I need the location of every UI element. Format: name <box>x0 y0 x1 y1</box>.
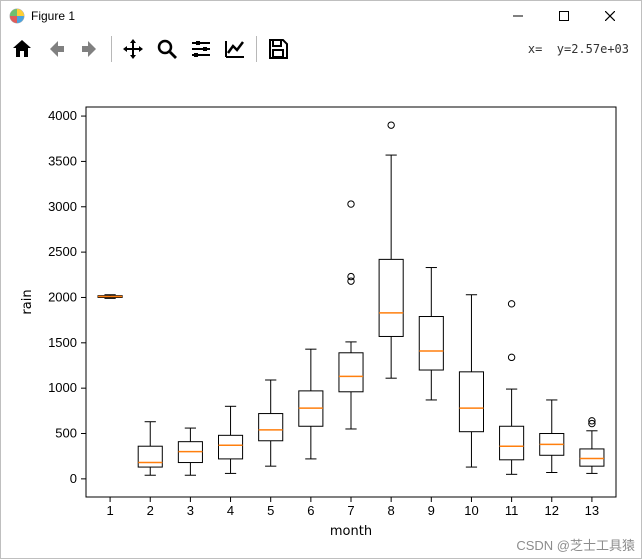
back-button[interactable] <box>39 34 73 64</box>
y-tick-label: 500 <box>55 426 77 441</box>
x-tick-label: 13 <box>585 503 599 518</box>
outlier <box>508 301 514 307</box>
toolbar: x= y=2.57e+03 <box>1 31 641 67</box>
x-tick-label: 7 <box>347 503 354 518</box>
box <box>259 414 283 441</box>
y-tick-label: 3500 <box>48 153 77 168</box>
x-tick-label: 11 <box>505 503 519 518</box>
box <box>580 449 604 466</box>
edit-axis-button[interactable] <box>218 34 252 64</box>
window-title: Figure 1 <box>31 9 75 23</box>
y-tick-label: 1500 <box>48 335 77 350</box>
x-tick-label: 2 <box>147 503 154 518</box>
home-button[interactable] <box>5 34 39 64</box>
toolbar-separator <box>256 36 257 62</box>
outlier <box>348 273 354 279</box>
x-tick-label: 1 <box>106 503 113 518</box>
minimize-button[interactable] <box>495 1 541 31</box>
maximize-button[interactable] <box>541 1 587 31</box>
pan-button[interactable] <box>116 34 150 64</box>
close-button[interactable] <box>587 1 633 31</box>
box <box>138 446 162 467</box>
y-tick-label: 2500 <box>48 244 77 259</box>
box <box>459 372 483 432</box>
y-tick-label: 1000 <box>48 380 77 395</box>
outlier <box>348 201 354 207</box>
y-axis-label: rain <box>20 289 35 314</box>
box <box>379 259 403 336</box>
cursor-coord-readout: x= y=2.57e+03 <box>528 42 637 56</box>
x-tick-label: 9 <box>428 503 435 518</box>
x-tick-label: 8 <box>388 503 395 518</box>
x-tick-label: 10 <box>464 503 478 518</box>
app-window: Figure 1 <box>0 0 642 559</box>
axes-spine <box>86 107 616 497</box>
zoom-button[interactable] <box>150 34 184 64</box>
x-tick-label: 3 <box>187 503 194 518</box>
save-button[interactable] <box>261 34 295 64</box>
titlebar: Figure 1 <box>1 1 641 31</box>
plot-canvas[interactable]: 0500100015002000250030003500400012345678… <box>1 67 641 558</box>
x-tick-label: 5 <box>267 503 274 518</box>
outlier <box>508 354 514 360</box>
y-tick-label: 2000 <box>48 289 77 304</box>
forward-button[interactable] <box>73 34 107 64</box>
y-tick-label: 4000 <box>48 108 77 123</box>
x-axis-label: month <box>330 524 372 539</box>
toolbar-separator <box>111 36 112 62</box>
y-tick-label: 3000 <box>48 199 77 214</box>
box <box>500 426 524 460</box>
outlier <box>388 122 394 128</box>
box <box>219 435 243 459</box>
app-icon <box>9 8 25 24</box>
x-tick-label: 4 <box>227 503 234 518</box>
box <box>339 353 363 392</box>
y-tick-label: 0 <box>70 471 77 486</box>
box <box>419 317 443 371</box>
configure-subplots-button[interactable] <box>184 34 218 64</box>
x-tick-label: 6 <box>307 503 314 518</box>
x-tick-label: 12 <box>545 503 559 518</box>
